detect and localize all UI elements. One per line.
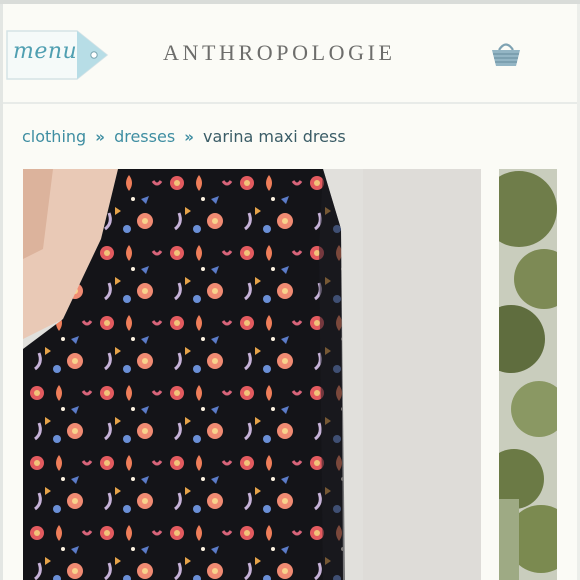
breadcrumb-current: varina maxi dress bbox=[203, 127, 346, 146]
outdoor-photo bbox=[499, 169, 557, 580]
breadcrumb-separator: » bbox=[184, 128, 194, 146]
breadcrumb-link-clothing[interactable]: clothing bbox=[22, 127, 86, 146]
shopping-basket-icon bbox=[492, 43, 520, 66]
breadcrumb-link-dresses[interactable]: dresses bbox=[114, 127, 175, 146]
product-main-image[interactable] bbox=[23, 169, 481, 580]
dress-photo bbox=[23, 169, 481, 580]
cart-button[interactable] bbox=[490, 40, 522, 68]
breadcrumb-separator: » bbox=[95, 128, 105, 146]
site-header: menu ANTHROPOLOGIE bbox=[3, 4, 580, 104]
menu-button[interactable]: menu bbox=[5, 29, 109, 81]
breadcrumb: clothing » dresses » varina maxi dress bbox=[22, 127, 346, 146]
menu-label: menu bbox=[13, 39, 78, 64]
product-thumbnail-image[interactable] bbox=[499, 169, 557, 580]
brand-logo[interactable]: ANTHROPOLOGIE bbox=[163, 40, 425, 66]
